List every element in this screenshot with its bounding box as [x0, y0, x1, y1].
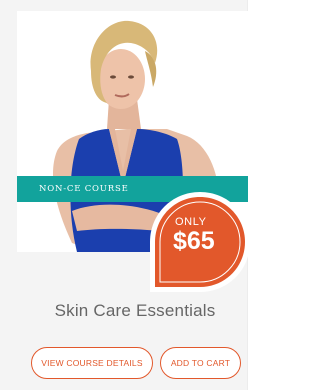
course-title[interactable]: Skin Care Essentials — [0, 300, 270, 322]
price-badge: ONLY $65 — [148, 190, 252, 294]
add-to-cart-button[interactable]: ADD TO CART — [160, 347, 241, 379]
price-amount: $65 — [173, 227, 215, 255]
view-course-details-button[interactable]: VIEW COURSE DETAILS — [31, 347, 153, 379]
course-type-label: NON-CE COURSE — [39, 184, 129, 194]
course-card: NON-CE COURSE ONLY $65 Skin Care Essenti… — [0, 0, 250, 390]
